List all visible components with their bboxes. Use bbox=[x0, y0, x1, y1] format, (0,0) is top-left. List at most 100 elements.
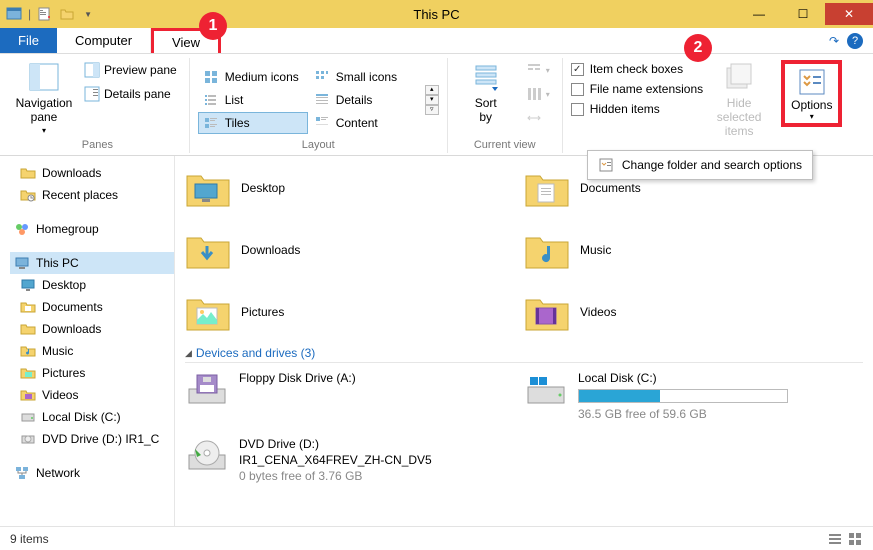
sidebar-item-thispc[interactable]: This PC bbox=[10, 252, 174, 274]
sidebar-item-recent[interactable]: Recent places bbox=[10, 184, 174, 206]
checkbox-icon bbox=[571, 83, 584, 96]
drive-dvd[interactable]: DVD Drive (D:) IR1_CENA_X64FREV_ZH-CN_DV… bbox=[185, 437, 524, 483]
layout-tiles[interactable]: Tiles bbox=[198, 112, 308, 134]
drive-icon bbox=[20, 409, 36, 425]
folder-pictures[interactable]: Pictures bbox=[185, 284, 524, 340]
item-check-boxes[interactable]: Item check boxes bbox=[571, 62, 703, 76]
options-button[interactable]: Options ▾ bbox=[781, 60, 842, 127]
documents-folder-icon bbox=[524, 166, 570, 210]
list-icon bbox=[203, 92, 219, 108]
qa-dropdown-icon[interactable]: ▼ bbox=[81, 10, 95, 19]
group-label-layout: Layout bbox=[198, 139, 439, 153]
options-dropdown: Change folder and search options bbox=[587, 150, 813, 180]
sidebar-item-videos[interactable]: Videos bbox=[10, 384, 174, 406]
qa-newfolder-icon[interactable] bbox=[59, 6, 75, 22]
ribbon: Navigation pane ▾ Preview pane Details p… bbox=[0, 54, 873, 156]
section-devices[interactable]: ◢ Devices and drives (3) bbox=[185, 346, 863, 360]
documents-icon bbox=[20, 299, 36, 315]
sidebar-item-dvd[interactable]: DVD Drive (D:) IR1_C bbox=[10, 428, 174, 450]
close-button[interactable]: ✕ bbox=[825, 3, 873, 25]
group-current-view: Sort by ▾ ▾ Current view bbox=[448, 58, 563, 153]
music-icon bbox=[20, 343, 36, 359]
layout-scroll-up[interactable]: ▴ bbox=[425, 85, 439, 95]
sidebar-item-homegroup[interactable]: Homegroup bbox=[10, 218, 174, 240]
hide-selected-icon bbox=[723, 62, 755, 94]
downloads-folder-icon bbox=[185, 228, 231, 272]
sidebar-item-music[interactable]: Music bbox=[10, 340, 174, 362]
pc-icon bbox=[14, 255, 30, 271]
view-tiles-icon[interactable] bbox=[847, 531, 863, 547]
layout-medium-icons[interactable]: Medium icons bbox=[198, 66, 308, 88]
details-pane-icon bbox=[84, 86, 100, 102]
nav-tree: Downloads Recent places Homegroup This P… bbox=[0, 156, 175, 526]
body: Downloads Recent places Homegroup This P… bbox=[0, 156, 873, 526]
preview-pane-button[interactable]: Preview pane bbox=[80, 60, 181, 80]
qa-properties-icon[interactable] bbox=[37, 6, 53, 22]
sidebar-item-desktop[interactable]: Desktop bbox=[10, 274, 174, 296]
folder-downloads[interactable]: Downloads bbox=[185, 222, 524, 278]
options-icon bbox=[796, 66, 828, 98]
sidebar-item-pictures[interactable]: Pictures bbox=[10, 362, 174, 384]
content-icon bbox=[314, 115, 330, 131]
medium-icons-icon bbox=[203, 69, 219, 85]
help-icon[interactable]: ? bbox=[847, 33, 863, 49]
titlebar: | ▼ This PC — ☐ ✕ bbox=[0, 0, 873, 28]
layout-expand[interactable]: ▿ bbox=[425, 105, 439, 115]
statusbar: 9 items bbox=[0, 526, 873, 550]
layout-scroll-down[interactable]: ▾ bbox=[425, 95, 439, 105]
change-folder-options[interactable]: Change folder and search options bbox=[622, 158, 802, 172]
file-name-extensions[interactable]: File name extensions bbox=[571, 82, 703, 96]
navigation-pane-button[interactable]: Navigation pane ▾ bbox=[14, 60, 74, 135]
hide-selected-button[interactable]: Hide selected items bbox=[709, 60, 769, 138]
sidebar-item-documents[interactable]: Documents bbox=[10, 296, 174, 318]
details-icon bbox=[314, 92, 330, 108]
group-panes: Navigation pane ▾ Preview pane Details p… bbox=[6, 58, 190, 153]
floppy-icon bbox=[185, 371, 229, 407]
layout-details[interactable]: Details bbox=[309, 89, 419, 111]
sidebar-item-downloads2[interactable]: Downloads bbox=[10, 318, 174, 340]
callout-1: 1 bbox=[199, 12, 227, 40]
folder-videos[interactable]: Videos bbox=[524, 284, 863, 340]
folder-music[interactable]: Music bbox=[524, 222, 863, 278]
ribbon-tabs: File Computer View ↷ ? bbox=[0, 28, 873, 54]
group-by-icon bbox=[526, 62, 542, 78]
localdisk-icon bbox=[524, 371, 568, 407]
sort-by-button[interactable]: Sort by bbox=[456, 60, 516, 124]
dvd-icon bbox=[20, 431, 36, 447]
change-folder-icon bbox=[598, 157, 614, 173]
app-icon bbox=[6, 6, 22, 22]
recent-icon bbox=[20, 187, 36, 203]
size-columns-icon bbox=[526, 110, 542, 126]
drive-local[interactable]: Local Disk (C:) 36.5 GB free of 59.6 GB bbox=[524, 371, 863, 421]
videos-folder-icon bbox=[524, 290, 570, 334]
layout-content[interactable]: Content bbox=[309, 112, 419, 134]
dvd-drive-icon bbox=[185, 437, 229, 473]
group-label-current: Current view bbox=[456, 139, 554, 153]
hidden-items[interactable]: Hidden items bbox=[571, 102, 703, 116]
group-by-button[interactable]: ▾ bbox=[522, 60, 554, 80]
add-columns-button[interactable]: ▾ bbox=[522, 84, 554, 104]
small-icons-icon bbox=[314, 69, 330, 85]
minimize-button[interactable]: — bbox=[737, 3, 781, 25]
details-pane-button[interactable]: Details pane bbox=[80, 84, 181, 104]
layout-list[interactable]: List bbox=[198, 89, 308, 111]
size-columns-button[interactable] bbox=[522, 108, 554, 128]
maximize-button[interactable]: ☐ bbox=[781, 3, 825, 25]
sidebar-item-network[interactable]: Network bbox=[10, 462, 174, 484]
layout-small-icons[interactable]: Small icons bbox=[309, 66, 419, 88]
callout-2: 2 bbox=[684, 34, 712, 62]
minimize-ribbon-icon[interactable]: ↷ bbox=[829, 34, 839, 48]
tab-computer[interactable]: Computer bbox=[57, 28, 151, 53]
tiles-icon bbox=[203, 115, 219, 131]
desktop-icon bbox=[20, 277, 36, 293]
pictures-folder-icon bbox=[185, 290, 231, 334]
tab-file[interactable]: File bbox=[0, 28, 57, 53]
window-title: This PC bbox=[413, 7, 459, 22]
sidebar-item-downloads[interactable]: Downloads bbox=[10, 162, 174, 184]
drive-floppy[interactable]: Floppy Disk Drive (A:) bbox=[185, 371, 524, 421]
sidebar-item-localdisk[interactable]: Local Disk (C:) bbox=[10, 406, 174, 428]
sort-icon bbox=[470, 62, 502, 94]
view-details-icon[interactable] bbox=[827, 531, 843, 547]
folder-desktop[interactable]: Desktop bbox=[185, 160, 524, 216]
pictures-icon bbox=[20, 365, 36, 381]
